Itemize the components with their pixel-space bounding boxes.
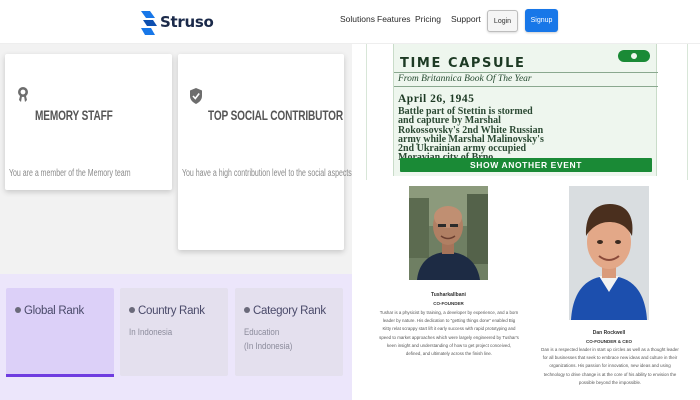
top-navbar: Struso Solutions Features Pricing Suppor… — [0, 0, 700, 44]
team-member-photo — [569, 186, 649, 320]
rank-detail: (In Indonesia) — [244, 341, 293, 351]
time-capsule-widget: TIME CAPSULE From Britannica Book Of The… — [366, 44, 688, 180]
nav-pricing-link[interactable]: Pricing — [415, 14, 441, 24]
brand-logo[interactable]: Struso — [141, 8, 214, 36]
category-icon — [244, 306, 250, 313]
time-capsule-card: TIME CAPSULE From Britannica Book Of The… — [393, 44, 660, 176]
badge-description: You have a high contribution level to th… — [182, 168, 352, 179]
team-member-bio: Dan is a respected leader in start up ci… — [530, 346, 690, 387]
nav-support-link[interactable]: Support — [451, 14, 481, 24]
badge-title: MEMORY STAFF — [35, 107, 113, 123]
bio-line: defined, and ultimately across the finis… — [405, 351, 493, 357]
capsule-date: April 26, 1945 — [398, 93, 475, 105]
bio-line: leader by nature. His dedication to "get… — [382, 318, 516, 324]
bio-line: Kitty relat scrappy start lift it early … — [382, 326, 516, 332]
rank-detail: Education — [244, 327, 280, 337]
badge-card-memory-staff[interactable]: MEMORY STAFF You are a member of the Mem… — [5, 54, 172, 190]
bio-line: Dan is a respected leader in start up ci… — [541, 347, 679, 352]
team-member-name: Tusharkallbani — [431, 292, 466, 298]
badge-medal-icon — [17, 86, 29, 102]
rank-title: Global Rank — [15, 305, 84, 317]
divider — [394, 72, 658, 73]
active-tab-indicator — [6, 374, 114, 377]
badge-card-top-social-contributor[interactable]: TOP SOCIAL CONTRIBUTOR You have a high c… — [178, 54, 352, 250]
team-member-photo — [409, 186, 488, 280]
login-button[interactable]: Login — [487, 10, 518, 32]
bio-line: for all businesses that seek to embrace … — [542, 355, 678, 361]
nav-features-link[interactable]: Features — [377, 14, 411, 24]
team-member-role: CO-FOUNDER — [433, 301, 464, 306]
bio-line: speed to market approaches which were la… — [379, 334, 519, 340]
flag-icon — [129, 306, 135, 313]
bio-line: possible beyond the impossible. — [578, 379, 642, 385]
team-member-name: Dan Rockwell — [592, 330, 626, 336]
brand-name: Struso — [160, 13, 214, 31]
rank-tab-category[interactable]: Category Rank Education (In Indonesia) — [235, 288, 343, 376]
nav-solutions-link[interactable]: Solutions — [340, 14, 375, 24]
bio-line: keen insight and understanding of how to… — [387, 342, 511, 348]
brand-logo-icon — [141, 9, 157, 35]
rank-tab-global[interactable]: Global Rank — [6, 288, 114, 376]
capsule-event-text: Battle part of Stettin is stormed and ca… — [398, 106, 660, 163]
divider — [394, 86, 658, 87]
capsule-logo-icon — [618, 50, 650, 62]
bio-line: Tushar is a physicist by training, a dev… — [379, 310, 519, 315]
team-member-role: CO-FOUNDER & CEO — [586, 339, 632, 344]
globe-icon — [15, 306, 21, 313]
rank-detail: In Indonesia — [129, 327, 173, 337]
show-another-event-button[interactable]: SHOW ANOTHER EVENT — [400, 158, 652, 172]
bio-line: organizations. His passion for innovatio… — [549, 363, 671, 369]
badge-shield-check-icon — [190, 88, 202, 104]
team-member-bio: Tushar is a physicist by training, a dev… — [368, 309, 530, 358]
badge-title: TOP SOCIAL CONTRIBUTOR — [208, 107, 343, 123]
capsule-subtitle: From Britannica Book Of The Year — [398, 74, 532, 84]
rank-title: Country Rank — [129, 305, 205, 317]
capsule-title: TIME CAPSULE — [400, 56, 526, 71]
signup-button[interactable]: Signup — [525, 9, 558, 32]
bio-line: technology to drive change is at the cor… — [543, 371, 677, 377]
rank-title: Category Rank — [244, 305, 326, 317]
badges-panel: MEMORY STAFF You are a member of the Mem… — [0, 44, 352, 274]
rank-tab-country[interactable]: Country Rank In Indonesia — [120, 288, 228, 376]
badge-description: You are a member of the Memory team — [9, 168, 131, 179]
